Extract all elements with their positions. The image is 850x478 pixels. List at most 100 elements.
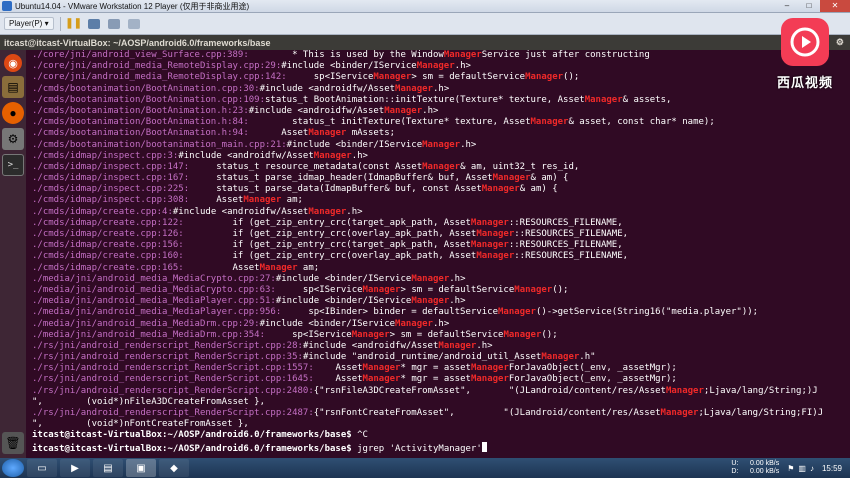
grep-highlight: Manager xyxy=(422,161,461,172)
terminal-text: if (get_zip_entry_crc(overlay_apk_path, … xyxy=(183,251,477,262)
terminal-line: ./cmds/idmap/create.cpp:4:#include <andr… xyxy=(32,207,850,218)
terminal-text: (); xyxy=(541,329,558,340)
terminal-text: if (get_zip_entry_crc(target_apk_path, A… xyxy=(183,217,471,228)
terminal-line: ./core/jni/android_media_RemoteDisplay.c… xyxy=(32,72,850,83)
ubuntu-dash-icon[interactable]: ◉ xyxy=(4,54,22,72)
grep-match-path: ./cmds/idmap/create.cpp:165: xyxy=(32,262,184,273)
taskbar-clock[interactable]: 15:59 xyxy=(822,464,842,473)
close-button[interactable]: ✕ xyxy=(820,0,850,12)
terminal-line: ./cmds/bootanimation/BootAnimation.cpp:3… xyxy=(32,84,850,95)
taskbar-vmware-icon[interactable]: ▣ xyxy=(126,459,156,477)
terminal-text: > sm = defaultService xyxy=(411,72,526,83)
grep-highlight: Manager xyxy=(443,50,482,60)
terminal-line: ./media/jni/android_media_MediaPlayer.cp… xyxy=(32,307,850,318)
player-menu-button[interactable]: Player(P) ▾ xyxy=(4,17,54,30)
terminal-icon[interactable]: >_ xyxy=(2,154,24,176)
grep-match-path: ./cmds/idmap/inspect.cpp:3: xyxy=(32,150,179,161)
terminal-line: itcast@itcast-VirtualBox:~/AOSP/android6… xyxy=(32,430,850,441)
maximize-button[interactable]: □ xyxy=(798,0,820,12)
terminal-text: * mgr = asset xyxy=(400,363,471,374)
terminal-text: #include <androidfw/Asset xyxy=(259,83,396,94)
grep-match-path: ./media/jni/android_media_MediaDrm.cpp:3… xyxy=(32,329,265,340)
tray-volume-icon[interactable]: ♪ xyxy=(810,464,814,473)
terminal-line: ./core/jni/android_media_RemoteDisplay.c… xyxy=(32,61,850,72)
grep-highlight: Manager xyxy=(498,307,536,318)
terminal-text: Service just after constructing xyxy=(481,50,650,60)
terminal-text: ::RESOURCES_FILENAME, xyxy=(514,229,629,239)
terminal-line: ./rs/jni/android_renderscript_RenderScri… xyxy=(32,386,850,397)
grep-match-path: ./cmds/idmap/inspect.cpp:308: xyxy=(32,195,190,206)
terminal-text: .h" xyxy=(579,352,596,363)
grep-highlight: Manager xyxy=(395,318,433,329)
terminal-text: {"rsnFontCreateFromAsset", "(JLandroid/c… xyxy=(313,408,661,418)
grep-match-path: ./cmds/idmap/create.cpp:4: xyxy=(32,206,173,217)
taskbar-explorer-icon[interactable]: ▭ xyxy=(27,459,57,477)
terminal-text: (); xyxy=(552,284,569,295)
grep-highlight: Manager xyxy=(438,340,477,351)
terminal-line: ./cmds/idmap/create.cpp:156: if (get_zip… xyxy=(32,240,850,251)
terminal-line: ./cmds/bootanimation/bootanimation_main.… xyxy=(32,140,850,151)
minimize-button[interactable]: – xyxy=(776,0,798,12)
grep-highlight: Manager xyxy=(411,273,450,284)
grep-highlight: Manager xyxy=(514,284,553,295)
grep-highlight: Manager xyxy=(541,352,580,363)
grep-match-path: ./media/jni/android_media_MediaCrypto.cp… xyxy=(32,273,276,284)
tray-flag-icon[interactable]: ⚑ xyxy=(787,464,794,473)
terminal-text: & assets, xyxy=(622,94,672,105)
terminal-line: ./cmds/bootanimation/BootAnimation.h:94:… xyxy=(32,128,850,139)
firefox-icon[interactable]: ● xyxy=(2,102,24,124)
grep-highlight: Manager xyxy=(665,385,704,396)
trash-icon[interactable]: 🗑 xyxy=(2,432,24,454)
terminal-text: status_t parse_idmap_header(IdmapBuffer&… xyxy=(189,173,493,184)
terminal-line: ", (void*)nFileA3DCreateFromAsset }, xyxy=(32,397,850,408)
grep-match-path: ./core/jni/android_view_Surface.cpp:389: xyxy=(32,50,249,60)
start-button[interactable] xyxy=(2,459,24,477)
system-settings-icon[interactable]: ⚙ xyxy=(2,128,24,150)
grep-highlight: Manager xyxy=(308,128,347,139)
xigua-video-watermark: 西瓜视频 xyxy=(770,18,840,100)
terminal-text: Asset xyxy=(313,374,363,385)
fullscreen-icon[interactable] xyxy=(107,17,121,31)
grep-highlight: Manager xyxy=(313,150,352,161)
send-ctrl-alt-del-icon[interactable] xyxy=(87,17,101,31)
taskbar-folder-icon[interactable]: ▤ xyxy=(93,459,123,477)
terminal-line: ./rs/jni/android_renderscript_RenderScri… xyxy=(32,341,850,352)
taskbar-media-icon[interactable]: ▶ xyxy=(60,459,90,477)
vmware-app-icon xyxy=(2,1,12,11)
terminal-line: ", (void*)nFontCreateFromAsset }, xyxy=(32,419,850,430)
shell-prompt: itcast@itcast-VirtualBox:~/AOSP/android6… xyxy=(32,430,352,441)
xigua-logo-icon xyxy=(781,18,829,66)
grep-highlight: Manager xyxy=(416,61,455,72)
terminal-text: ;Ljava/lang/String;FI)J xyxy=(698,408,824,418)
terminal-line: ./cmds/idmap/create.cpp:165: AssetManage… xyxy=(32,263,850,274)
terminal-text: ()->getService(String16("media.player"))… xyxy=(535,307,759,318)
grep-highlight: Manager xyxy=(308,206,347,217)
taskbar-app-icon[interactable]: ◆ xyxy=(159,459,189,477)
terminal-line: ./cmds/idmap/inspect.cpp:147: status_t r… xyxy=(32,162,850,173)
terminal-line: ./cmds/idmap/inspect.cpp:225: status_t p… xyxy=(32,184,850,195)
terminal-text: Asset xyxy=(189,195,244,206)
terminal-text: #include "android_runtime/android_util_A… xyxy=(302,352,542,363)
terminal-text: mAssets; xyxy=(346,128,396,139)
ubuntu-top-panel: itcast@itcast-VirtualBox: ~/AOSP/android… xyxy=(0,35,850,50)
grep-match-path: ./cmds/idmap/inspect.cpp:225: xyxy=(32,184,190,195)
terminal-output[interactable]: ./core/jni/android_view_Surface.cpp:389:… xyxy=(26,50,850,458)
grep-highlight: Manager xyxy=(503,329,542,340)
tray-network-icon[interactable]: ▥ xyxy=(798,464,806,473)
grep-match-path: ./rs/jni/android_renderscript_RenderScri… xyxy=(32,385,314,396)
terminal-text: #include <binder/IService xyxy=(275,273,412,284)
terminal-text: ::RESOURCES_FILENAME, xyxy=(514,251,629,262)
terminal-text: #include <binder/IService xyxy=(286,139,423,150)
grep-match-path: ./core/jni/android_media_RemoteDisplay.c… xyxy=(32,72,287,83)
grep-match-path: ./cmds/bootanimation/BootAnimation.cpp:1… xyxy=(32,94,265,105)
grep-match-path: ./cmds/idmap/create.cpp:160: xyxy=(32,251,184,262)
files-icon[interactable]: ▤ xyxy=(2,76,24,98)
unity-icon[interactable] xyxy=(127,17,141,31)
terminal-text: ForJavaObject(_env, _assetMgr); xyxy=(508,363,677,374)
terminal-text: status_t initTexture(Texture* texture, A… xyxy=(248,117,531,128)
terminal-text: .h> xyxy=(432,318,450,329)
grep-match-path: ./cmds/idmap/create.cpp:126: xyxy=(32,229,184,239)
pause-icon[interactable]: ❚❚ xyxy=(65,17,82,31)
terminal-text: #include <androidfw/Asset xyxy=(172,206,309,217)
grep-match-path: ./rs/jni/android_renderscript_RenderScri… xyxy=(32,408,314,418)
